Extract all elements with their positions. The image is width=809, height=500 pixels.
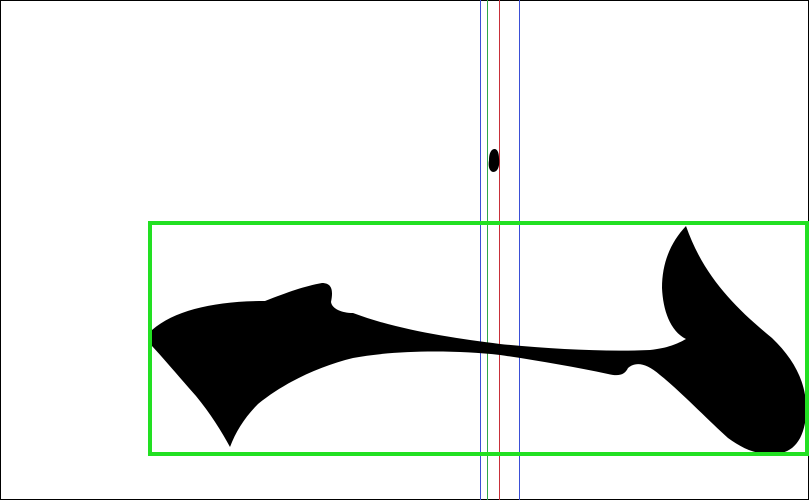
glyph-editor-canvas	[0, 0, 809, 500]
canvas-drawing	[0, 0, 809, 500]
